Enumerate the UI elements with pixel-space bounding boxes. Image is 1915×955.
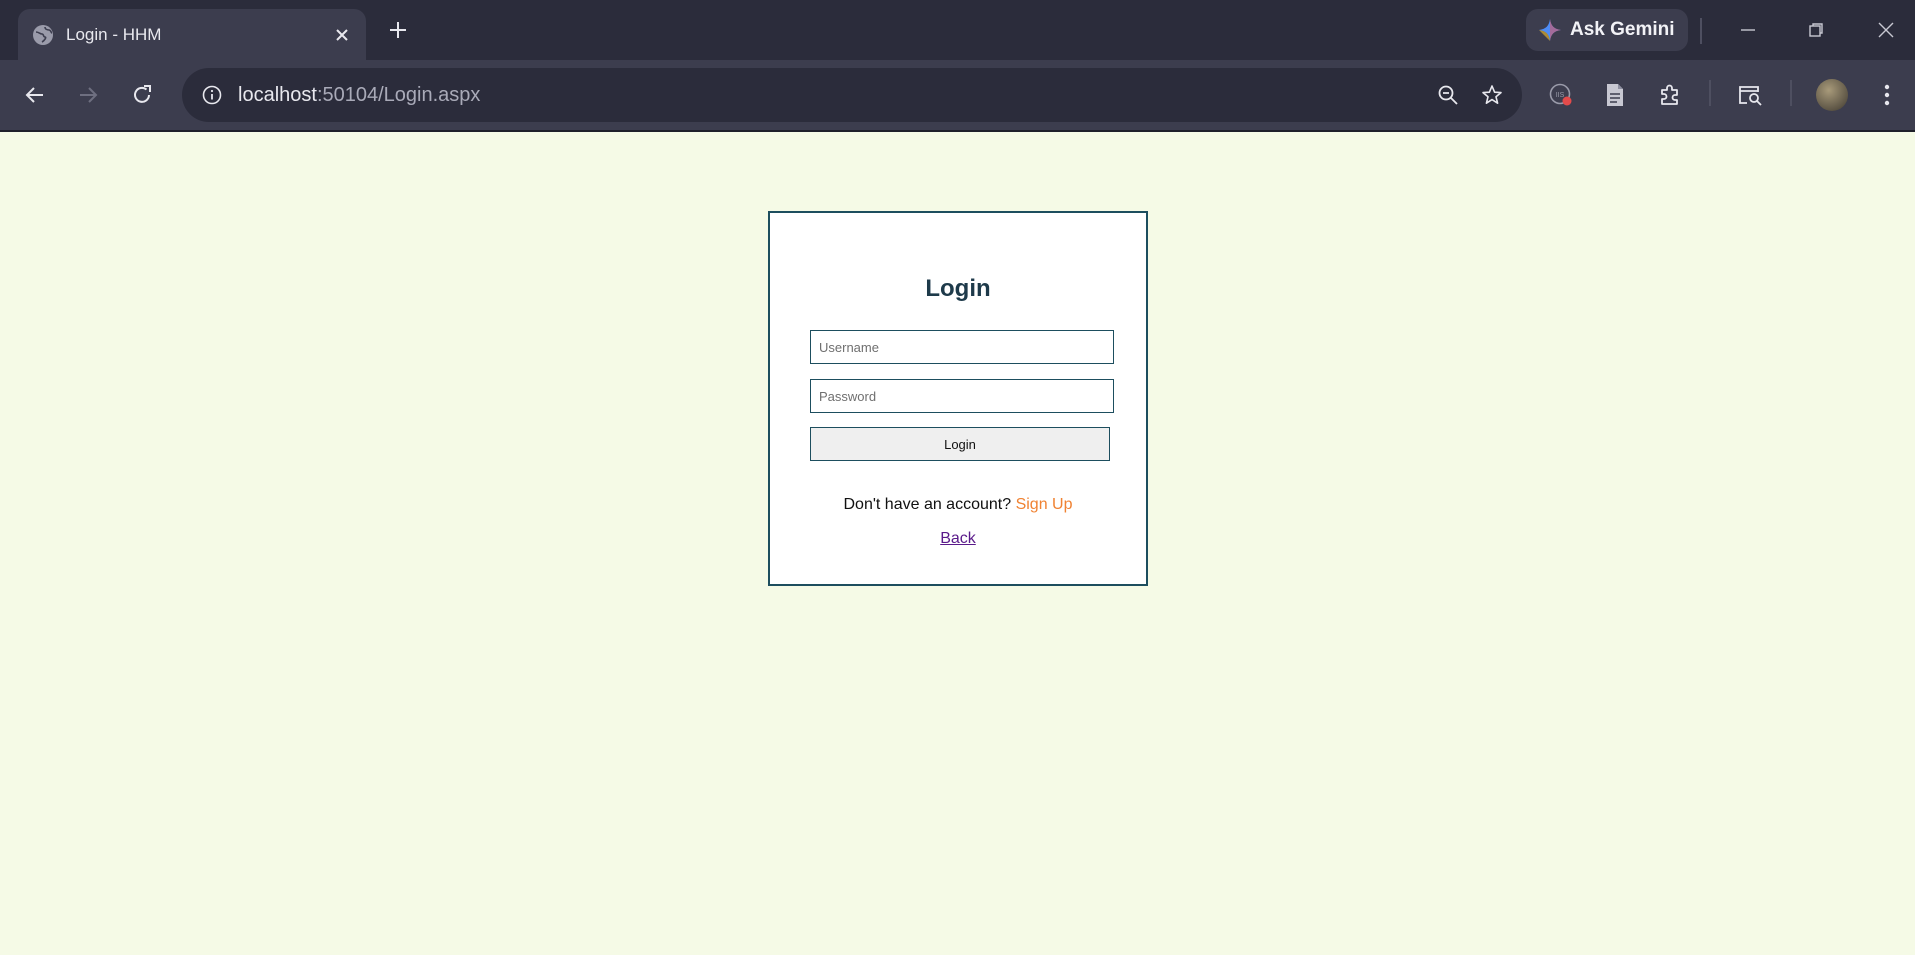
address-url[interactable]: localhost:50104/Login.aspx: [238, 84, 1426, 107]
username-input[interactable]: [810, 330, 1114, 364]
gemini-star-icon: [1538, 18, 1562, 42]
back-link-container: Back: [770, 530, 1146, 548]
globe-icon: [32, 24, 54, 46]
plus-icon[interactable]: [380, 12, 416, 48]
signup-prompt: Don't have an account?: [843, 496, 1012, 513]
kebab-menu-icon[interactable]: [1867, 75, 1907, 115]
signup-link[interactable]: Sign Up: [1016, 496, 1073, 513]
zoom-out-icon[interactable]: [1426, 73, 1470, 117]
address-bar[interactable]: localhost:50104/Login.aspx: [182, 68, 1522, 122]
login-panel: Login Login Don't have an account? Sign …: [768, 211, 1148, 586]
ask-gemini-label: Ask Gemini: [1570, 19, 1675, 40]
bookmark-star-icon[interactable]: [1470, 73, 1514, 117]
reload-icon[interactable]: [122, 75, 162, 115]
browser-tab-active[interactable]: Login - HHM: [18, 9, 366, 60]
browser-toolbar: localhost:50104/Login.aspx IIS: [0, 60, 1915, 130]
url-path: :50104/Login.aspx: [316, 83, 481, 106]
back-arrow-icon[interactable]: [15, 75, 55, 115]
signup-prompt-line: Don't have an account? Sign Up: [770, 496, 1146, 514]
avatar[interactable]: [1816, 79, 1848, 111]
puzzle-icon[interactable]: [1650, 75, 1690, 115]
window-close-icon[interactable]: [1862, 10, 1910, 50]
browser-tab-strip: Login - HHM Ask Gemini: [0, 0, 1915, 60]
password-input[interactable]: [810, 379, 1114, 413]
back-link[interactable]: Back: [940, 530, 976, 547]
extension-badge-icon[interactable]: IIS: [1541, 75, 1581, 115]
login-button[interactable]: Login: [810, 427, 1110, 461]
chrome-divider: [0, 130, 1915, 132]
info-icon[interactable]: [196, 79, 228, 111]
toolbar-separator: [1709, 80, 1711, 106]
tab-title: Login - HHM: [66, 24, 162, 44]
tab-search-icon[interactable]: [1730, 75, 1770, 115]
close-icon[interactable]: [324, 17, 360, 53]
toolbar-separator: [1700, 18, 1702, 44]
ask-gemini-button[interactable]: Ask Gemini: [1526, 9, 1688, 51]
url-host: localhost: [238, 83, 317, 106]
svg-text:IIS: IIS: [1556, 92, 1565, 99]
toolbar-separator: [1790, 80, 1792, 106]
login-title: Login: [925, 275, 991, 302]
restore-icon[interactable]: [1792, 10, 1840, 50]
forward-arrow-icon[interactable]: [68, 75, 108, 115]
minimize-icon[interactable]: [1724, 10, 1772, 50]
document-icon[interactable]: [1595, 75, 1635, 115]
